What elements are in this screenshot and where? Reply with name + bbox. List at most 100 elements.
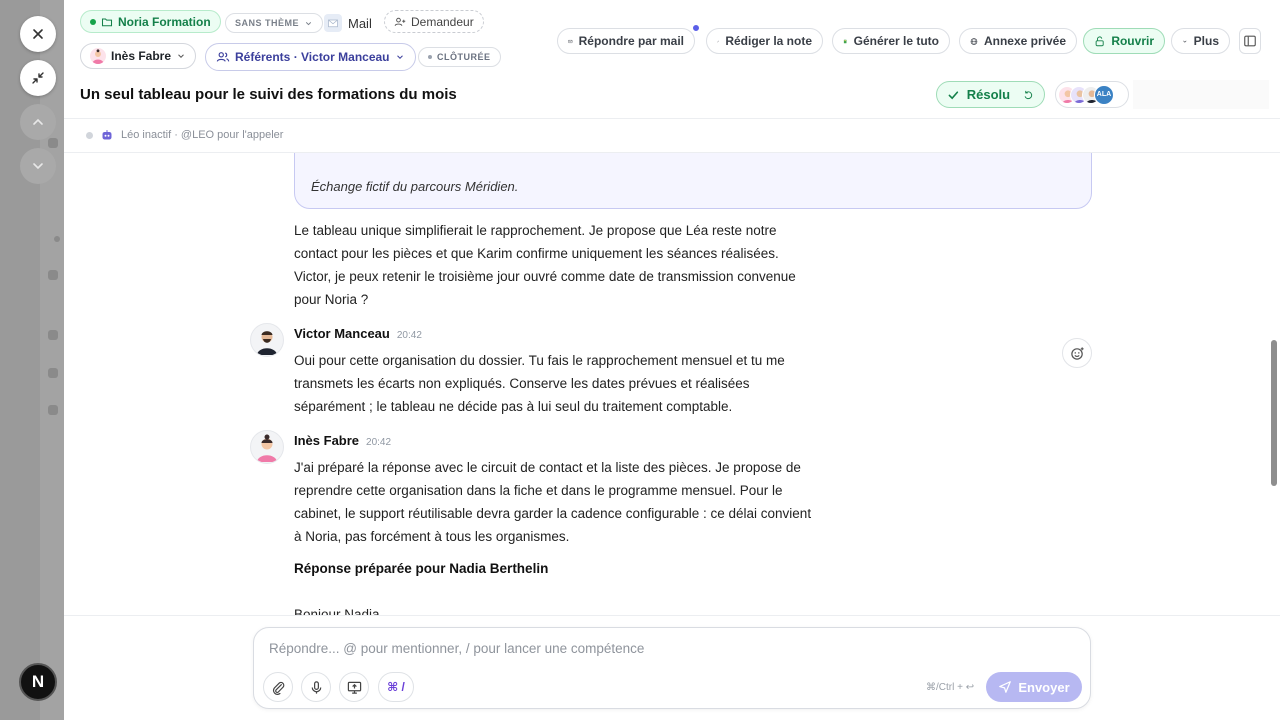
- bg-icon: [48, 405, 58, 415]
- conversation-feed[interactable]: Échange fictif du parcours Méridien. Le …: [64, 153, 1280, 615]
- header-spacer: [1133, 80, 1269, 109]
- chevron-up-icon: [33, 118, 43, 125]
- attach-button[interactable]: [263, 672, 293, 702]
- avatar: [90, 48, 106, 64]
- screen-share-button[interactable]: [339, 672, 369, 702]
- app-logo[interactable]: N: [19, 663, 57, 701]
- reply-mail-label: Répondre par mail: [578, 34, 684, 48]
- side-panel-toggle[interactable]: [1239, 28, 1261, 54]
- next-button[interactable]: [20, 148, 56, 184]
- referents-select[interactable]: Référents · Victor Manceau: [205, 43, 416, 71]
- bg-icon: [48, 270, 58, 280]
- status-badge: CLÔTURÉE: [418, 47, 501, 67]
- channel-text: Mail: [348, 15, 372, 31]
- add-reaction-button[interactable]: [1062, 338, 1092, 368]
- assistant-status-text: Léo inactif · @LEO pour l'appeler: [121, 129, 284, 141]
- org-chip[interactable]: Noria Formation: [80, 10, 221, 33]
- assignee-name: Inès Fabre: [111, 49, 172, 63]
- avatar[interactable]: [250, 430, 284, 464]
- check-icon: [948, 90, 959, 99]
- text-line: contact pour les pièces et que Karim con…: [294, 246, 779, 261]
- theme-chip[interactable]: SANS THÈME: [225, 13, 324, 33]
- resolved-button[interactable]: Résolu: [936, 81, 1045, 108]
- reply-input-placeholder[interactable]: Répondre... @ pour mentionner, / pour la…: [269, 641, 644, 656]
- chevron-down-icon: [178, 54, 184, 58]
- collapse-icon: [32, 72, 44, 84]
- user-plus-icon: [394, 17, 406, 26]
- text-line: Le tableau unique simplifierait le rappr…: [294, 223, 777, 238]
- bg-icon: [54, 236, 60, 242]
- channel-label: Mail: [324, 14, 372, 32]
- message-header: Inès Fabre 20:42: [294, 433, 391, 448]
- bg-icon: [48, 368, 58, 378]
- assignee-select[interactable]: Inès Fabre: [80, 43, 197, 69]
- participant-badge: ALA: [1094, 84, 1114, 105]
- write-note-button[interactable]: Rédiger la note: [706, 28, 823, 54]
- reply-mail-button[interactable]: Répondre par mail: [557, 28, 695, 54]
- private-annex-button[interactable]: Annexe privée: [959, 28, 1077, 54]
- avatar[interactable]: [250, 323, 284, 357]
- more-label: Plus: [1193, 34, 1219, 48]
- message-heading: Réponse préparée pour Nadia Berthelin: [294, 561, 549, 576]
- reply-composer[interactable]: Répondre... @ pour mentionner, / pour la…: [253, 627, 1091, 709]
- requester-chip[interactable]: Demandeur: [384, 10, 484, 33]
- globe-icon: [970, 37, 978, 45]
- text-line: Oui pour cette organisation du dossier. …: [294, 353, 785, 368]
- requester-label: Demandeur: [411, 14, 474, 29]
- sidebar-icon: [1244, 35, 1256, 47]
- send-button[interactable]: Envoyer: [986, 672, 1082, 702]
- collapse-button[interactable]: [20, 60, 56, 96]
- send-label: Envoyer: [1018, 679, 1070, 695]
- reopen-button[interactable]: Rouvrir: [1083, 28, 1165, 54]
- status-dot: [428, 55, 432, 59]
- participants-group[interactable]: ALA: [1055, 81, 1129, 108]
- author-name[interactable]: Inès Fabre: [294, 433, 359, 448]
- notification-dot: [691, 23, 701, 33]
- text-line: à Noria, pas forcément à tous les organi…: [294, 529, 570, 544]
- previous-button[interactable]: [20, 104, 56, 140]
- generate-tuto-label: Générer le tuto: [853, 34, 939, 48]
- inactive-dot: [86, 131, 93, 139]
- status-label: CLÔTURÉE: [437, 52, 491, 62]
- write-note-label: Rédiger la note: [725, 34, 812, 48]
- more-button[interactable]: Plus: [1171, 28, 1230, 54]
- scrollbar[interactable]: [1271, 340, 1277, 486]
- text-line: séparément ; le tableau ne décide pas à …: [294, 399, 733, 414]
- text-line: pour Noria ?: [294, 292, 369, 307]
- assistant-status: Léo inactif · @LEO pour l'appeler: [86, 129, 283, 141]
- close-icon: [33, 29, 43, 39]
- chevron-down-icon: [305, 21, 312, 25]
- users-icon: [216, 52, 230, 62]
- text-line: Bonjour Nadia,: [294, 607, 384, 615]
- timestamp: 20:42: [366, 437, 392, 448]
- theme-chip-label: SANS THÈME: [235, 18, 300, 28]
- text-line: reprendre cette organisation dans la fic…: [294, 483, 783, 498]
- reopen-label: Rouvrir: [1111, 34, 1154, 48]
- undo-icon: [1024, 90, 1033, 99]
- chevron-down-icon: [1183, 40, 1187, 43]
- resolved-label: Résolu: [966, 87, 1011, 102]
- timestamp: 20:42: [396, 330, 422, 341]
- ticket-panel: Noria Formation SANS THÈME Mail Demandeu…: [64, 0, 1280, 720]
- message-body: Le tableau unique simplifierait le rappr…: [294, 219, 834, 311]
- folder-icon: [101, 17, 113, 26]
- assistant-bar: Léo inactif · @LEO pour l'appeler: [64, 119, 1280, 153]
- emoji-icon: [1070, 346, 1084, 360]
- author-name[interactable]: Victor Manceau: [294, 326, 390, 341]
- close-button[interactable]: [20, 16, 56, 52]
- chevron-down-icon: [33, 163, 43, 170]
- private-annex-label: Annexe privée: [983, 34, 1066, 48]
- quoted-text: Échange fictif du parcours Méridien.: [311, 179, 519, 194]
- page-title: Un seul tableau pour le suivi des format…: [80, 86, 457, 103]
- microphone-icon: [311, 680, 321, 694]
- voice-button[interactable]: [301, 672, 331, 702]
- generate-tuto-button[interactable]: Générer le tuto: [832, 28, 950, 54]
- org-chip-label: Noria Formation: [118, 14, 211, 29]
- composer-divider: [64, 615, 1280, 616]
- command-button[interactable]: ⌘ /: [378, 672, 414, 702]
- referents-label: Référents · Victor Manceau: [235, 50, 390, 64]
- send-icon: [999, 681, 1012, 693]
- bg-icon: [48, 330, 58, 340]
- unlock-icon: [1095, 35, 1104, 46]
- text-line: transmets les écarts non expliqués. Cons…: [294, 376, 750, 391]
